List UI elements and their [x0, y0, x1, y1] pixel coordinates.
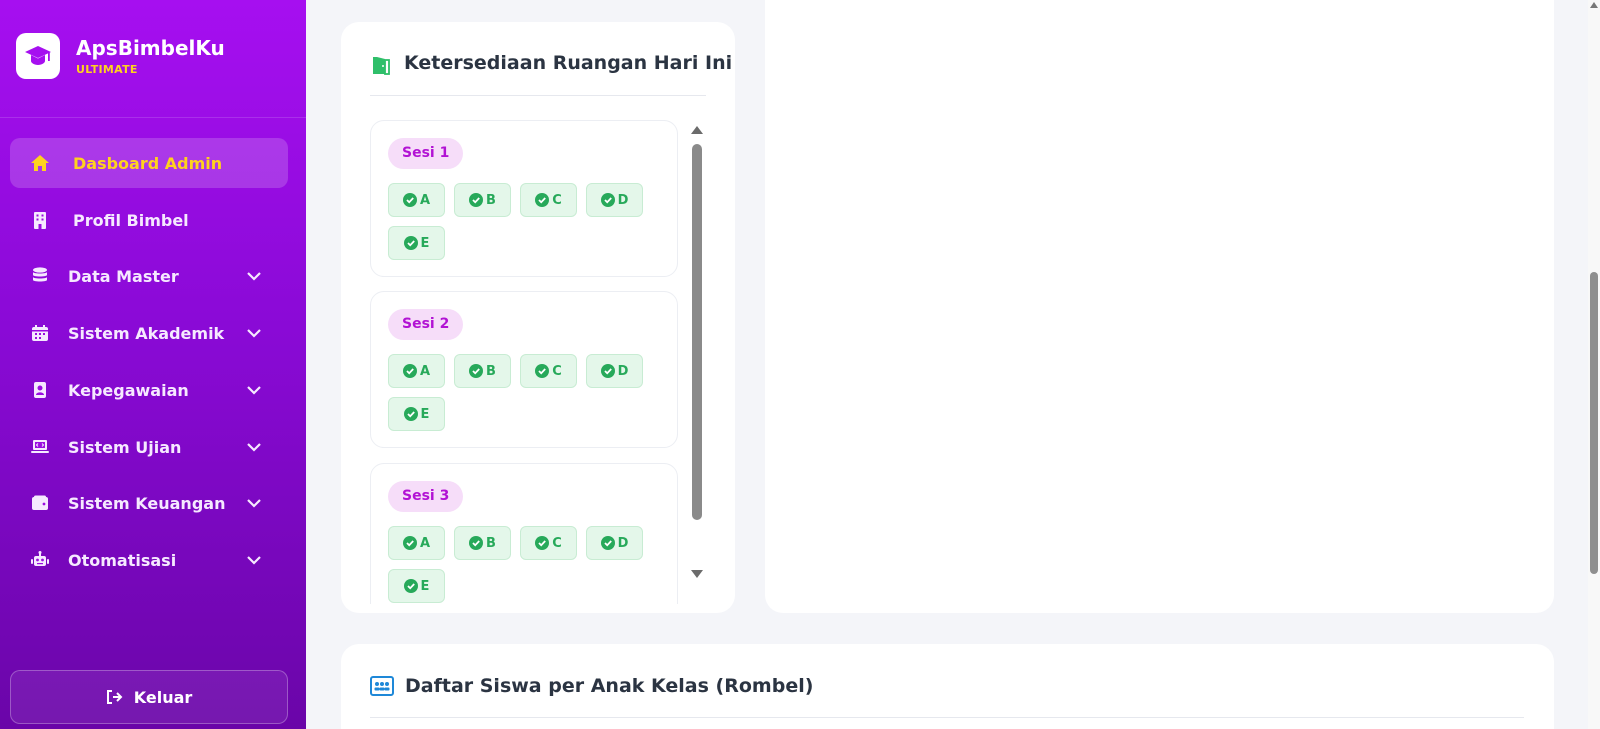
check-circle-icon [402, 536, 417, 550]
room-chip[interactable]: A [388, 354, 445, 388]
sidebar-item-dashboard[interactable]: Dasboard Admin [10, 138, 288, 188]
rombel-title: Daftar Siswa per Anak Kelas (Rombel) [405, 675, 814, 697]
door-open-icon [373, 57, 390, 75]
calendar-icon [32, 325, 48, 341]
sessions-list[interactable]: Sesi 1 A B C D E Sesi 2 A B C D E Sesi 3… [370, 120, 678, 604]
brand-tier: ULTIMATE [76, 63, 138, 76]
scroll-up-arrow[interactable] [691, 126, 703, 134]
check-circle-icon [403, 236, 418, 250]
room-chip[interactable]: B [454, 354, 511, 388]
chevron-down-icon [247, 556, 261, 565]
check-circle-icon [535, 536, 550, 550]
chevron-down-icon [247, 386, 261, 395]
sidebar-item-kepegawaian[interactable]: Kepegawaian [10, 365, 288, 415]
room-chip[interactable]: E [388, 397, 445, 431]
sidebar-item-profil-bimbel[interactable]: Profil Bimbel [10, 195, 288, 245]
sidebar-item-sistem-keuangan[interactable]: Sistem Keuangan [10, 478, 288, 528]
check-circle-icon [402, 193, 417, 207]
sidebar-item-label: Kepegawaian [68, 380, 189, 400]
scrollbar-thumb[interactable] [1590, 272, 1598, 574]
check-circle-icon [402, 364, 417, 378]
sign-out-icon [106, 690, 123, 704]
sidebar-item-label: Otomatisasi [68, 550, 177, 570]
room-chip[interactable]: A [388, 526, 445, 560]
room-availability-card: Ketersediaan Ruangan Hari Ini Sesi 1 A B… [341, 22, 735, 613]
session-badge: Sesi 1 [388, 138, 464, 169]
session-card: Sesi 2 A B C D E [370, 291, 678, 448]
sidebar-item-sistem-ujian[interactable]: Sistem Ujian [10, 422, 288, 472]
room-chip[interactable]: E [388, 569, 445, 603]
divider [370, 95, 706, 96]
room-chip[interactable]: C [520, 183, 577, 217]
sidebar-item-label: Dasboard Admin [73, 153, 223, 173]
id-badge-icon [34, 382, 46, 398]
check-circle-icon [535, 193, 550, 207]
robot-icon [31, 551, 49, 566]
check-circle-icon [600, 536, 615, 550]
logout-button[interactable]: Keluar [10, 670, 288, 724]
room-availability-title: Ketersediaan Ruangan Hari Ini [404, 52, 733, 74]
scrollbar-thumb[interactable] [692, 144, 702, 520]
sidebar-item-label: Sistem Keuangan [68, 493, 226, 513]
wallet-icon [32, 495, 48, 510]
room-chip[interactable]: D [586, 183, 643, 217]
check-circle-icon [469, 536, 484, 550]
logout-label: Keluar [133, 687, 193, 707]
check-circle-icon [600, 193, 615, 207]
chevron-down-icon [247, 499, 261, 508]
sidebar-item-sistem-akademik[interactable]: Sistem Akademik [10, 308, 288, 358]
laptop-code-icon [31, 440, 49, 453]
check-circle-icon [403, 407, 418, 421]
check-circle-icon [469, 364, 484, 378]
check-circle-icon [600, 364, 615, 378]
sidebar-item-data-master[interactable]: Data Master [10, 251, 288, 301]
sidebar-item-otomatisasi[interactable]: Otomatisasi [10, 535, 288, 585]
database-icon [33, 267, 47, 282]
room-chip[interactable]: B [454, 183, 511, 217]
chevron-down-icon [247, 329, 261, 338]
brand-name: ApsBimbelKu [76, 36, 225, 60]
session-card: Sesi 3 A B C D E [370, 463, 678, 604]
divider [370, 717, 1524, 718]
sidebar-item-label: Profil Bimbel [73, 210, 189, 230]
session-badge: Sesi 3 [388, 481, 464, 512]
graduation-cap-icon [16, 33, 60, 79]
chevron-down-icon [247, 443, 261, 452]
scroll-down-arrow[interactable] [691, 570, 703, 578]
sidebar-item-label: Sistem Ujian [68, 437, 182, 457]
session-badge: Sesi 2 [388, 309, 464, 340]
divider [0, 117, 306, 118]
room-chip[interactable]: A [388, 183, 445, 217]
chevron-down-icon [247, 272, 261, 281]
scroll-up-arrow[interactable] [1590, 2, 1598, 8]
check-circle-icon [535, 364, 550, 378]
chalkboard-users-icon [370, 676, 394, 696]
sidebar: ApsBimbelKu ULTIMATE Dasboard Admin Prof… [0, 0, 306, 729]
home-icon [31, 155, 49, 171]
sessions-scrollbar[interactable] [685, 122, 703, 582]
sidebar-item-label: Sistem Akademik [68, 323, 225, 343]
room-chip[interactable]: B [454, 526, 511, 560]
building-icon [34, 212, 46, 229]
room-chip[interactable]: D [586, 526, 643, 560]
check-circle-icon [469, 193, 484, 207]
page-scrollbar[interactable] [1588, 0, 1600, 729]
rombel-card: Daftar Siswa per Anak Kelas (Rombel) [341, 644, 1554, 729]
session-card: Sesi 1 A B C D E [370, 120, 678, 277]
check-circle-icon [403, 579, 418, 593]
room-chip[interactable]: D [586, 354, 643, 388]
room-chip[interactable]: C [520, 526, 577, 560]
brand[interactable]: ApsBimbelKu ULTIMATE [16, 33, 225, 79]
blank-panel [765, 0, 1554, 613]
room-chip[interactable]: E [388, 226, 445, 260]
sidebar-item-label: Data Master [68, 266, 179, 286]
room-chip[interactable]: C [520, 354, 577, 388]
